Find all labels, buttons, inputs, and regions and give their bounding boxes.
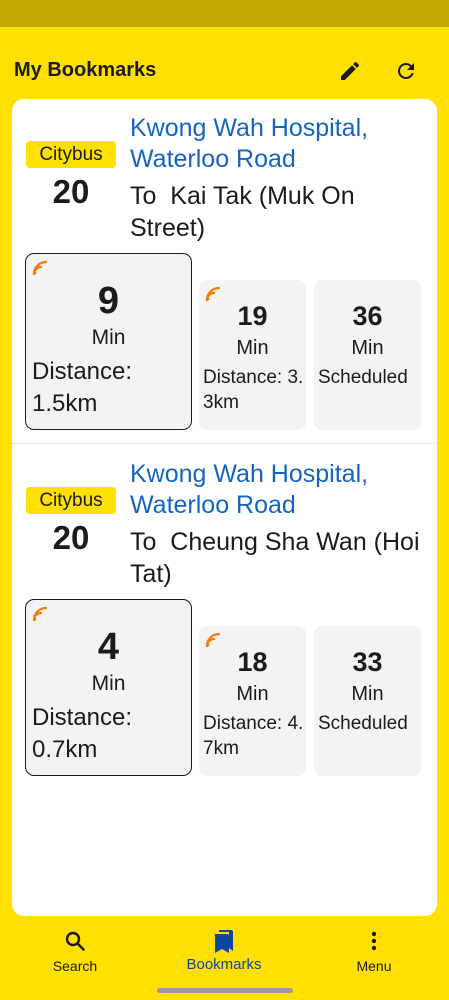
edit-button[interactable] xyxy=(336,57,364,85)
eta-distance: Distance: 4.7km xyxy=(203,713,304,759)
eta-unit: Min xyxy=(91,326,126,349)
realtime-signal-icon xyxy=(205,632,221,648)
operator-badge: Citybus xyxy=(26,141,116,168)
stop-name-link[interactable]: Kwong Wah Hospital, Waterloo Road xyxy=(130,459,430,521)
page-title: My Bookmarks xyxy=(14,59,157,81)
eta-card[interactable]: 33 Min Scheduled xyxy=(314,626,421,776)
bookmark-entry[interactable]: Citybus 20 Kwong Wah Hospital, Waterloo … xyxy=(12,445,437,791)
status-bar xyxy=(0,0,449,27)
refresh-button[interactable] xyxy=(392,57,420,85)
eta-status: Scheduled xyxy=(318,713,408,734)
eta-minutes: 19 xyxy=(237,301,268,331)
eta-card[interactable]: 18 Min Distance: 4.7km xyxy=(199,626,306,776)
bookmarks-card: Citybus 20 Kwong Wah Hospital, Waterloo … xyxy=(12,99,437,916)
eta-card[interactable]: 9 Min Distance: 1.5km xyxy=(25,253,192,430)
eta-unit: Min xyxy=(236,683,269,705)
search-icon xyxy=(63,928,87,954)
pencil-icon xyxy=(341,61,360,80)
eta-unit: Min xyxy=(91,672,126,695)
nav-bookmarks[interactable]: Bookmarks xyxy=(169,928,279,980)
eta-unit: Min xyxy=(236,337,269,359)
nav-menu-label: Menu xyxy=(356,958,392,974)
destination: To Cheung Sha Wan (Hoi Tat) xyxy=(130,528,427,588)
app-header: My Bookmarks xyxy=(0,27,449,99)
destination: To Kai Tak (Muk On Street) xyxy=(130,182,362,242)
nav-search-label: Search xyxy=(52,958,98,974)
divider xyxy=(12,443,437,444)
eta-card[interactable]: 4 Min Distance: 0.7km xyxy=(25,599,192,776)
eta-distance: Distance: 1.5km xyxy=(32,358,133,417)
stop-name-link[interactable]: Kwong Wah Hospital, Waterloo Road xyxy=(130,113,430,175)
eta-status: Scheduled xyxy=(318,367,408,388)
nav-bookmarks-label: Bookmarks xyxy=(186,956,262,973)
nav-menu[interactable]: Menu xyxy=(319,928,429,980)
route-number: 20 xyxy=(52,519,90,556)
eta-minutes: 9 xyxy=(97,280,120,322)
eta-unit: Min xyxy=(351,337,384,359)
home-indicator[interactable] xyxy=(157,988,293,993)
eta-minutes: 36 xyxy=(352,301,383,331)
eta-distance: Distance: 3.3km xyxy=(203,367,304,413)
realtime-signal-icon xyxy=(32,260,48,276)
realtime-signal-icon xyxy=(205,286,221,302)
eta-minutes: 4 xyxy=(97,626,120,668)
realtime-signal-icon xyxy=(32,606,48,622)
nav-search[interactable]: Search xyxy=(20,928,130,980)
eta-distance: Distance: 0.7km xyxy=(32,704,133,763)
bookmarks-icon xyxy=(212,928,236,954)
more-vert-icon xyxy=(362,928,386,954)
eta-minutes: 33 xyxy=(352,647,383,677)
route-number: 20 xyxy=(52,173,90,210)
operator-badge: Citybus xyxy=(26,487,116,514)
bookmark-entry[interactable]: Citybus 20 Kwong Wah Hospital, Waterloo … xyxy=(12,99,437,445)
eta-card[interactable]: 19 Min Distance: 3.3km xyxy=(199,280,306,430)
refresh-icon xyxy=(397,62,414,79)
eta-minutes: 18 xyxy=(237,647,268,677)
eta-unit: Min xyxy=(351,683,384,705)
eta-card[interactable]: 36 Min Scheduled xyxy=(314,280,421,430)
